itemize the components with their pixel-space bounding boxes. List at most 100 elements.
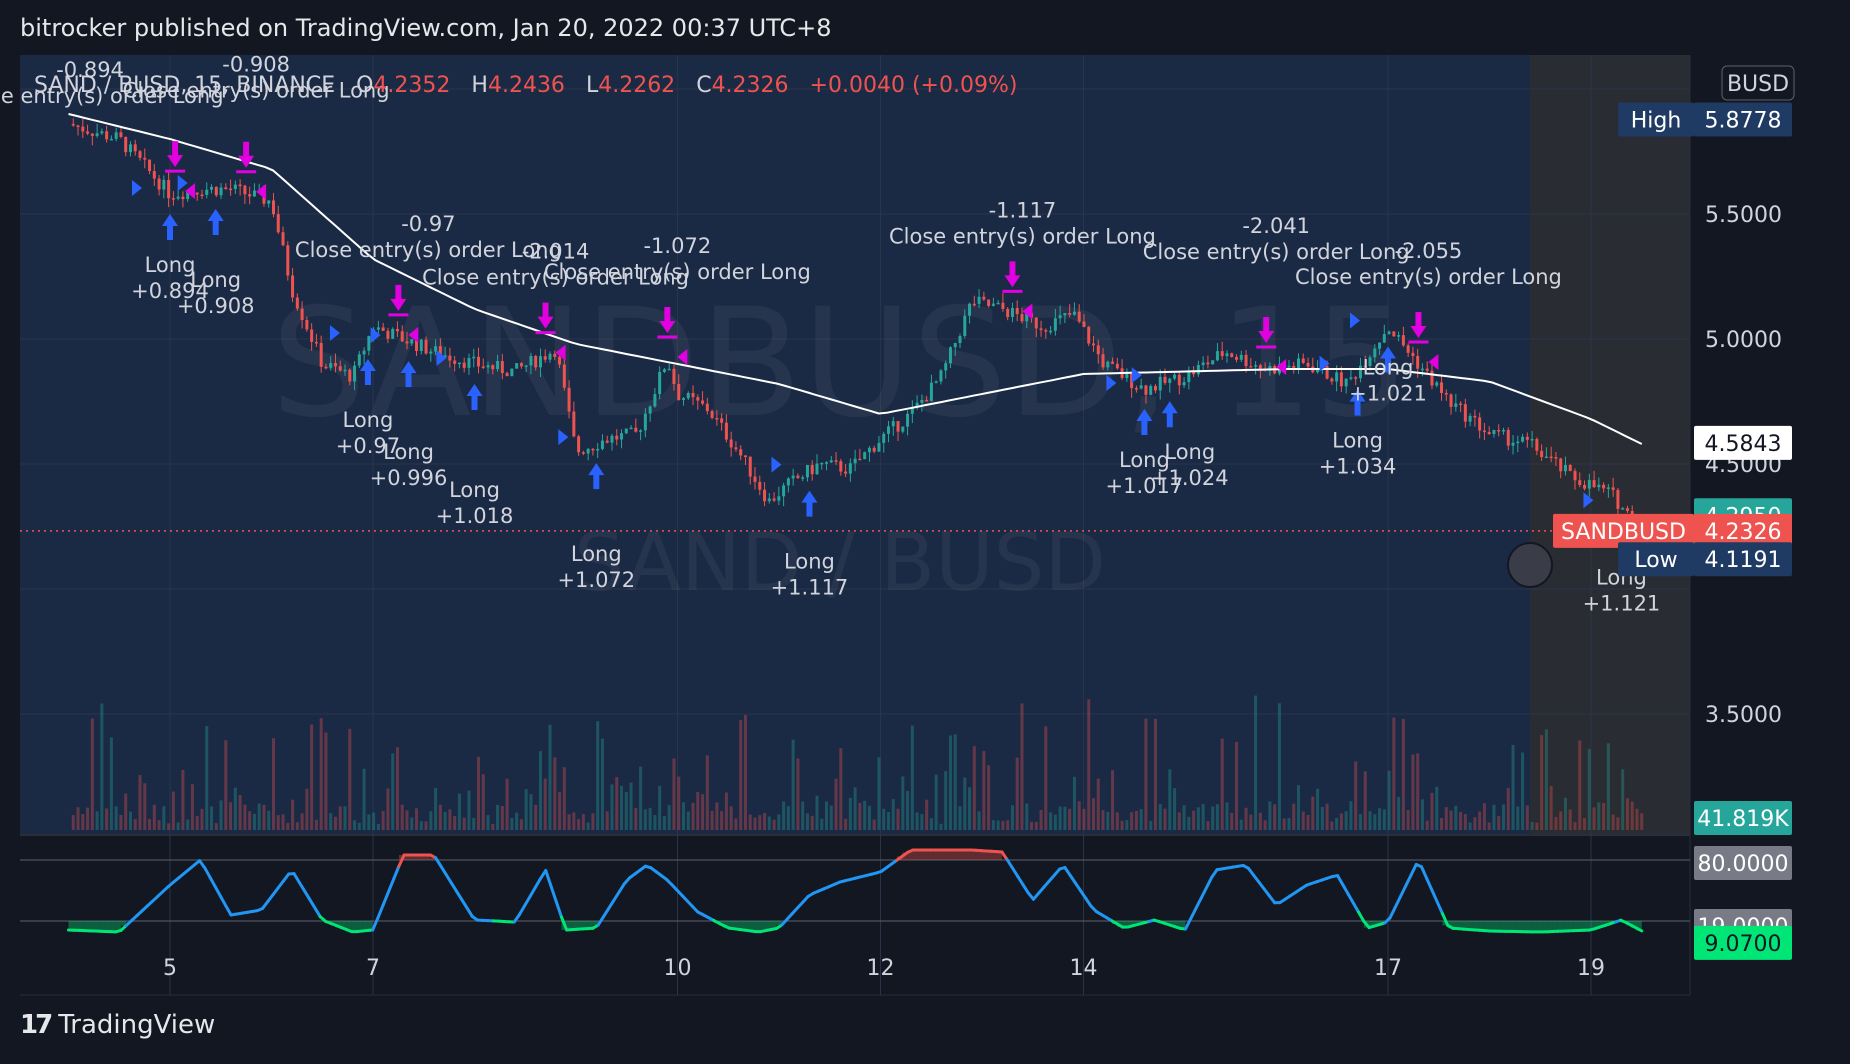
candle — [634, 427, 638, 432]
volume-bar — [1473, 817, 1477, 830]
candle — [1563, 464, 1567, 472]
volume-bar — [1339, 813, 1343, 830]
volume-bar — [81, 814, 85, 830]
oscillator-fill — [1494, 921, 1501, 932]
volume-bar — [1211, 806, 1215, 830]
candle — [968, 303, 972, 316]
time-tick-label: 12 — [867, 956, 895, 981]
oscillator-fill — [341, 921, 347, 930]
candle — [534, 355, 538, 368]
currency-badge[interactable]: BUSD — [1721, 65, 1795, 101]
svg-text:SAND / BUSD, 15, BINANCE: SAND / BUSD, 15, BINANCE O4.2352 H4.2436… — [34, 73, 1017, 98]
candle — [491, 365, 495, 370]
candle — [90, 133, 94, 136]
volume-bar — [133, 819, 137, 830]
volume-bar — [1401, 718, 1405, 830]
candle — [305, 319, 309, 330]
candle — [901, 426, 905, 432]
candle — [1301, 358, 1305, 363]
volume-bar — [1392, 717, 1396, 830]
volume-bar — [1249, 814, 1253, 830]
candle — [481, 366, 485, 368]
scroll-handle[interactable] — [1507, 542, 1553, 588]
volume-bar — [1091, 798, 1095, 830]
volume-bar — [596, 721, 600, 830]
volume-bar — [1115, 812, 1119, 830]
volume-bar — [1306, 815, 1310, 830]
volume-bar — [686, 811, 690, 830]
oscillator-fill — [68, 921, 74, 931]
volume-bar — [1492, 804, 1496, 830]
candle — [867, 447, 871, 453]
trade-label: Long — [1164, 440, 1215, 464]
legend-high: 4.2436 — [488, 73, 565, 98]
volume-bar — [1435, 786, 1439, 830]
volume-bar — [1506, 787, 1510, 830]
candle — [662, 369, 666, 372]
volume-bar — [543, 778, 547, 830]
candle — [1597, 484, 1601, 488]
trade-pnl: +1.034 — [1319, 455, 1397, 479]
volume-bar — [1063, 806, 1067, 830]
volume-bar — [1511, 744, 1515, 830]
candle — [252, 190, 256, 197]
volume-bar — [310, 724, 314, 830]
volume-bar — [1501, 804, 1505, 830]
volume-bar — [929, 818, 933, 830]
volume-bar — [1611, 814, 1615, 830]
volume-bar — [233, 787, 237, 830]
volume-bar — [1354, 761, 1358, 830]
volume-bar — [925, 799, 929, 830]
candle — [667, 368, 671, 371]
volume-bar — [753, 817, 757, 830]
volume-bar — [1568, 809, 1572, 830]
oscillator-fill — [110, 921, 116, 932]
volume-bar — [1544, 729, 1548, 830]
legend[interactable]: SAND / BUSD, 15, BINANCE O4.2352 H4.2436… — [34, 73, 1017, 98]
volume-bar — [1368, 811, 1372, 830]
volume-bar — [1416, 753, 1420, 830]
candle — [958, 336, 962, 343]
candle — [1554, 457, 1558, 459]
candle — [200, 194, 204, 197]
volume-bar — [577, 819, 581, 830]
candle — [109, 138, 113, 141]
chart-canvas[interactable]: SANDBUSD, 15 SAND / BUSD Long+0.894Long+… — [0, 0, 1850, 1000]
volume-bar — [338, 806, 342, 830]
volume-bar — [701, 794, 705, 830]
candle — [429, 351, 433, 354]
oscillator-fill — [1547, 921, 1553, 932]
time-axis[interactable]: 5 7 10 12 14 17 19 — [163, 956, 1605, 981]
candle — [782, 485, 786, 497]
oscillator-fill — [1578, 921, 1585, 931]
volume-bar — [95, 811, 99, 830]
candle — [238, 184, 242, 187]
oscillator-fill — [351, 921, 357, 932]
candle — [1163, 376, 1167, 383]
time-tick-label: 17 — [1374, 956, 1402, 981]
watermark-big: SANDBUSD, 15 — [271, 277, 1409, 451]
volume-bar — [1235, 741, 1239, 830]
candle — [1354, 377, 1358, 379]
candle — [395, 328, 399, 332]
volume-bar — [1125, 820, 1129, 830]
volume-bar — [381, 811, 385, 830]
volume-bar — [128, 811, 132, 830]
candle — [338, 366, 342, 371]
candle — [538, 356, 542, 368]
volume-bar — [410, 817, 414, 830]
candle — [400, 331, 404, 342]
volume-bar — [1449, 810, 1453, 830]
volume-bar — [667, 805, 671, 830]
oscillator-fill — [1636, 921, 1642, 931]
candle — [972, 303, 976, 306]
candle — [1583, 484, 1587, 489]
volume-bar — [171, 791, 175, 830]
volume-bar — [1373, 814, 1377, 830]
candle — [357, 354, 361, 366]
volume-bar — [1015, 757, 1019, 830]
volume-bar — [1101, 810, 1105, 830]
volume-bar — [877, 757, 881, 830]
candle — [1406, 345, 1410, 353]
volume-bar — [319, 718, 323, 830]
